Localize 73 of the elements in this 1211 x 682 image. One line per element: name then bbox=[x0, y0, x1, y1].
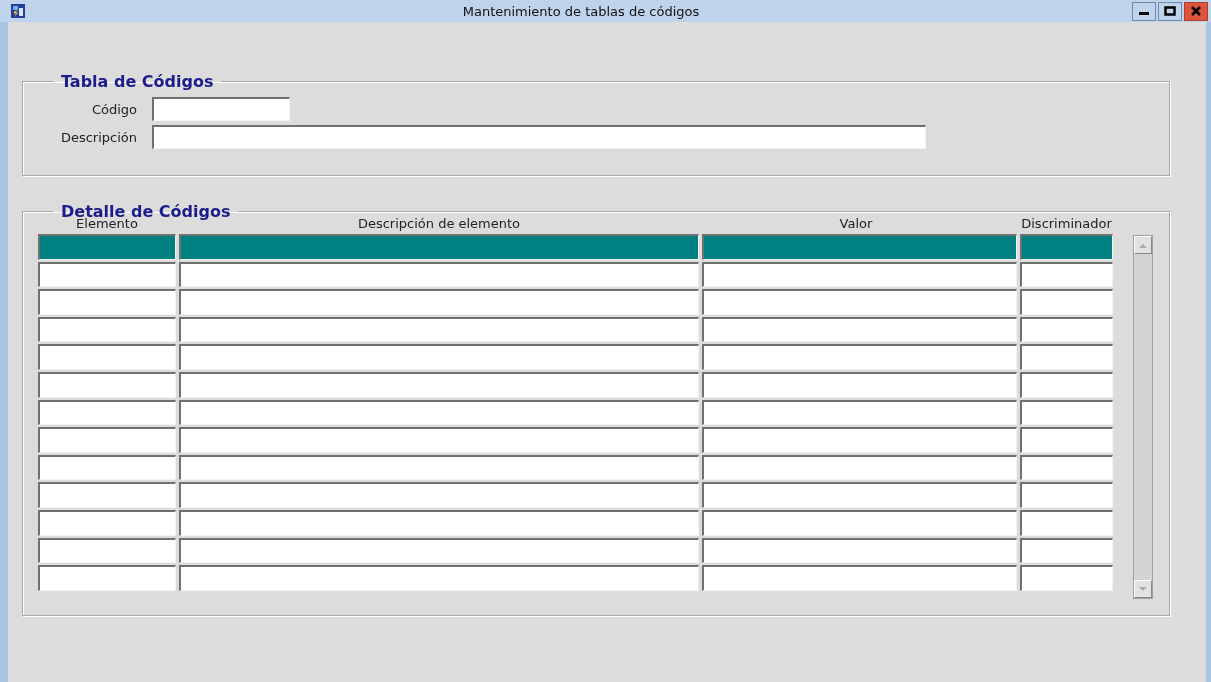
grid-cell-field[interactable] bbox=[702, 509, 1017, 536]
grid-cell-field[interactable] bbox=[702, 261, 1017, 288]
minimize-button[interactable] bbox=[1132, 1, 1156, 21]
grid-cell-field[interactable] bbox=[1020, 289, 1113, 315]
grid-cell-field[interactable] bbox=[38, 371, 176, 398]
grid-cell-field[interactable] bbox=[38, 537, 176, 564]
grid-cell-field[interactable] bbox=[38, 399, 176, 426]
field-label: Descripción bbox=[60, 129, 137, 145]
grid-cell-field[interactable] bbox=[702, 454, 1017, 481]
grid-cell-field[interactable] bbox=[702, 344, 1017, 370]
grid-cell-field[interactable] bbox=[1020, 454, 1113, 481]
grid-cell-field[interactable] bbox=[38, 454, 176, 481]
grid-cell-field[interactable] bbox=[179, 537, 699, 564]
grid-cell-field[interactable] bbox=[179, 482, 699, 508]
grid-cell-field[interactable] bbox=[179, 316, 699, 343]
grid-cell-field[interactable] bbox=[38, 289, 176, 315]
group-title: Tabla de Códigos bbox=[60, 72, 215, 91]
grid-cell-field[interactable] bbox=[702, 537, 1017, 564]
grid-cell-field[interactable] bbox=[1020, 344, 1113, 370]
column-header: Elemento bbox=[76, 216, 138, 232]
grid-cell-field[interactable] bbox=[1020, 261, 1113, 288]
scroll-up-button[interactable] bbox=[1134, 236, 1152, 254]
grid-cell-field[interactable] bbox=[38, 427, 176, 453]
maximize-button[interactable] bbox=[1158, 1, 1182, 21]
grid-cell-field[interactable] bbox=[1020, 234, 1113, 260]
grid-cell-field[interactable] bbox=[1020, 565, 1113, 591]
grid-cell-field[interactable] bbox=[702, 427, 1017, 453]
grid-cell-field[interactable] bbox=[179, 565, 699, 591]
grid-cell-field[interactable] bbox=[38, 316, 176, 343]
grid-cell-field[interactable] bbox=[179, 509, 699, 536]
close-icon bbox=[1190, 6, 1202, 16]
grid-cell-field[interactable] bbox=[1020, 537, 1113, 564]
grid-cell-field[interactable] bbox=[1020, 371, 1113, 398]
grid-cell-field[interactable] bbox=[1020, 316, 1113, 343]
column-header: Valor bbox=[839, 215, 873, 232]
grid-cell-field[interactable] bbox=[179, 289, 699, 315]
grid-cell-field[interactable] bbox=[38, 482, 176, 508]
grid-cell-field[interactable] bbox=[38, 261, 176, 288]
grid-cell-field[interactable] bbox=[702, 316, 1017, 343]
maximize-icon bbox=[1164, 6, 1176, 16]
grid-cell-field[interactable] bbox=[38, 234, 176, 260]
grid-cell-field[interactable] bbox=[702, 482, 1017, 508]
grid-cell-field[interactable] bbox=[1020, 482, 1113, 508]
grid-cell-field[interactable] bbox=[702, 399, 1017, 426]
text-field[interactable] bbox=[152, 125, 926, 149]
grid-cell-field[interactable] bbox=[179, 261, 699, 288]
grid-cell-field[interactable] bbox=[179, 234, 699, 260]
grid-cell-field[interactable] bbox=[1020, 509, 1113, 536]
application-icon bbox=[10, 3, 26, 19]
grid-cell-field[interactable] bbox=[179, 399, 699, 426]
scrollbar[interactable] bbox=[1133, 235, 1153, 599]
window-title: Mantenimiento de tablas de códigos bbox=[461, 3, 701, 19]
scroll-down-button[interactable] bbox=[1134, 580, 1152, 598]
grid-cell-field[interactable] bbox=[179, 371, 699, 398]
grid-cell-field[interactable] bbox=[702, 565, 1017, 591]
up-arrow-icon bbox=[1139, 242, 1147, 248]
column-header: Descripción de elemento bbox=[357, 215, 521, 232]
grid-cell-field[interactable] bbox=[702, 289, 1017, 315]
grid-cell-field[interactable] bbox=[1020, 399, 1113, 426]
field-label: Código bbox=[91, 101, 137, 117]
text-field[interactable] bbox=[152, 97, 290, 121]
grid-cell-field[interactable] bbox=[702, 234, 1017, 260]
grid-cell-field[interactable] bbox=[1020, 427, 1113, 453]
grid-cell-field[interactable] bbox=[38, 509, 176, 536]
grid-cell-field[interactable] bbox=[702, 371, 1017, 398]
down-arrow-icon bbox=[1139, 586, 1147, 592]
grid-cell-field[interactable] bbox=[38, 344, 176, 370]
grid-cell-field[interactable] bbox=[38, 565, 176, 591]
grid-cell-field[interactable] bbox=[179, 454, 699, 481]
close-button[interactable] bbox=[1184, 1, 1208, 21]
grid-cell-field[interactable] bbox=[179, 427, 699, 453]
column-header: Discriminador bbox=[1021, 215, 1112, 232]
grid-cell-field[interactable] bbox=[179, 344, 699, 370]
